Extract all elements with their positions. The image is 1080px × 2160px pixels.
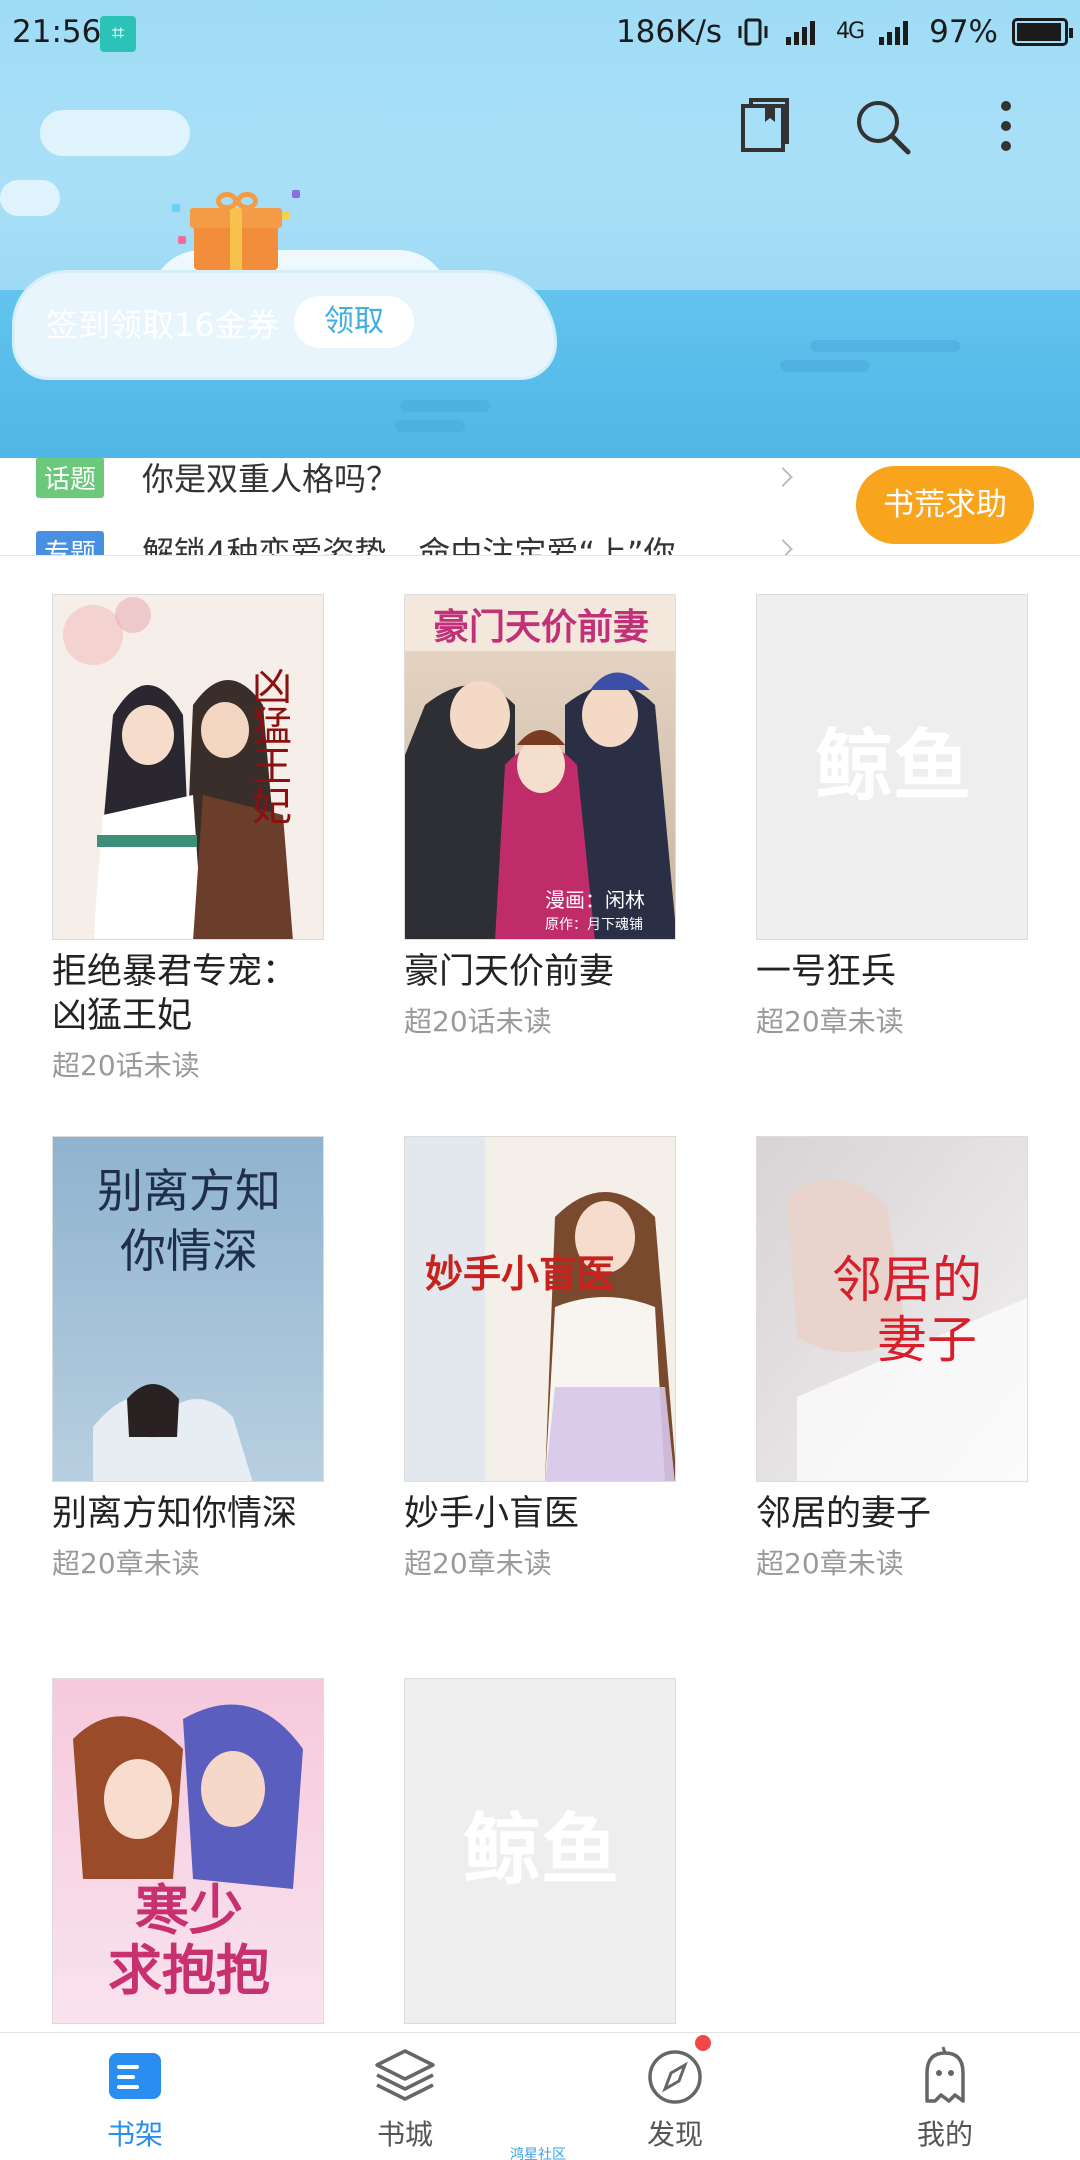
book-cover[interactable]: 妙手小盲医	[404, 1136, 676, 1482]
cover-title: 求抱抱	[108, 1938, 270, 2002]
chevron-right-icon	[773, 467, 793, 487]
book-card[interactable]: 别离方知 你情深 别离方知你情深 超20章未读	[52, 1136, 324, 1582]
bookshelf-icon	[103, 2045, 167, 2105]
cover-title: 你情深	[120, 1224, 258, 1278]
wave-shade	[810, 340, 960, 352]
signal-icon-2	[879, 21, 909, 45]
status-bar: 21:56 ⌗ 186K/s 4G 97%	[0, 0, 1080, 66]
gift-icon[interactable]	[190, 192, 282, 270]
footer-watermark: 鸿星社区	[510, 2147, 566, 2160]
book-status: 超20话未读	[52, 1049, 200, 1082]
battery-icon	[1012, 18, 1073, 46]
nav-label: 我的	[916, 2118, 973, 2151]
network-speed: 186K/s	[615, 14, 723, 50]
layers-icon	[373, 2045, 437, 2105]
help-request-button[interactable]: 书荒求助	[856, 466, 1034, 544]
confetti-decoration	[178, 236, 186, 244]
cover-title: 别离方知	[97, 1164, 281, 1218]
vibrate-icon	[738, 18, 768, 46]
cover-credit: 原作：月下魂铺	[545, 917, 643, 933]
placeholder-logo: 鲸鱼	[815, 722, 971, 812]
ticker-row[interactable]: 专题 解锁4种恋爱姿势，命中注定爱“上”你	[36, 526, 676, 556]
bottom-navigation: 书架 书城 发现 我的	[0, 2032, 1080, 2160]
book-card[interactable]: 妙手小盲医 妙手小盲医 超20章未读	[404, 1136, 676, 1582]
book-cover[interactable]: 寒少 求抱抱	[52, 1678, 324, 2024]
nav-bookstore[interactable]: 书城	[305, 2045, 505, 2153]
book-title: 别离方知你情深	[52, 1494, 298, 1534]
cover-credit: 漫画：闲林	[545, 888, 645, 912]
confetti-decoration	[282, 212, 290, 220]
ticker-text: 你是双重人格吗？	[142, 460, 399, 498]
cover-title: 邻居的	[832, 1251, 982, 1309]
book-cover[interactable]: 邻居的 妻子	[756, 1136, 1028, 1482]
cover-title: 妻子	[877, 1311, 977, 1369]
ticker-tag: 话题	[36, 458, 105, 498]
nav-discover[interactable]: 发现	[575, 2035, 775, 2153]
wave-shade	[400, 400, 490, 412]
compass-icon	[643, 2035, 711, 2105]
cover-title: 妙手小盲医	[425, 1252, 615, 1296]
nav-label: 发现	[646, 2118, 703, 2151]
book-status: 超20话未读	[404, 1005, 552, 1038]
checkin-text: 签到领取16金券	[46, 306, 279, 344]
cover-title: 豪门天价前妻	[433, 607, 649, 648]
scan-icon: ⌗	[100, 16, 136, 52]
cover-title: 寒少	[135, 1878, 243, 1942]
book-status: 超20章未读	[756, 1547, 904, 1580]
cover-title: 凶猛王妃	[245, 665, 291, 825]
book-card[interactable]: 寒少 求抱抱	[52, 1678, 324, 2034]
bookmark-icon[interactable]	[735, 96, 795, 156]
book-cover[interactable]: 凶猛王妃	[52, 594, 324, 940]
cloud	[0, 180, 60, 216]
placeholder-logo: 鲸鱼	[463, 1806, 619, 1896]
battery-percent: 97%	[929, 14, 998, 50]
nav-bookshelf[interactable]: 书架	[35, 2045, 235, 2153]
book-title: 妙手小盲医	[404, 1494, 580, 1534]
book-card[interactable]: 鲸鱼 一号狂兵 超20章未读	[756, 594, 1028, 1040]
wave-shade	[780, 360, 870, 372]
book-title: 拒绝暴君专宠：凶猛王妃	[52, 952, 298, 1036]
book-title: 一号狂兵	[756, 952, 897, 992]
checkin-button[interactable]: 领取	[294, 296, 414, 348]
book-status: 超20章未读	[52, 1547, 200, 1580]
network-type: 4G	[836, 19, 865, 44]
book-card[interactable]: 凶猛王妃 拒绝暴君专宠：凶猛王妃 超20话未读	[52, 594, 324, 1084]
book-title: 豪门天价前妻	[404, 952, 615, 992]
cloud	[40, 110, 190, 156]
book-card[interactable]: 豪门天价前妻 漫画：闲林 原作：月下魂铺 豪门天价前妻 超20话未读	[404, 594, 676, 1040]
ticker-tag: 专题	[36, 530, 105, 555]
book-card[interactable]: 邻居的 妻子 邻居的妻子 超20章未读	[756, 1136, 1028, 1582]
chevron-right-icon	[773, 539, 793, 555]
ticker-row[interactable]: 话题 你是双重人格吗？	[36, 458, 398, 502]
book-status: 超20章未读	[404, 1547, 552, 1580]
more-icon[interactable]	[976, 96, 1036, 156]
profile-ghost-icon	[913, 2045, 977, 2105]
nav-profile[interactable]: 我的	[845, 2045, 1045, 2153]
book-cover[interactable]: 别离方知 你情深	[52, 1136, 324, 1482]
book-card[interactable]: 鲸鱼	[404, 1678, 676, 2034]
book-cover-placeholder[interactable]: 鲸鱼	[756, 594, 1028, 940]
nav-label: 书架	[106, 2118, 163, 2151]
signal-icon	[786, 21, 816, 45]
wave-shade	[395, 420, 465, 432]
book-status: 超20章未读	[756, 1005, 904, 1038]
header-banner: 21:56 ⌗ 186K/s 4G 97% 签到领取16金券 领取	[0, 0, 1080, 458]
status-time: 21:56	[12, 14, 102, 50]
book-title: 邻居的妻子	[756, 1494, 932, 1534]
notification-badge	[695, 2035, 711, 2051]
ticker-text: 解锁4种恋爱姿势，命中注定爱“上”你	[142, 534, 676, 556]
nav-label: 书城	[376, 2118, 433, 2151]
book-cover-placeholder[interactable]: 鲸鱼	[404, 1678, 676, 2024]
book-cover[interactable]: 豪门天价前妻 漫画：闲林 原作：月下魂铺	[404, 594, 676, 940]
confetti-decoration	[172, 204, 180, 212]
confetti-decoration	[292, 190, 300, 198]
search-icon[interactable]	[852, 96, 912, 156]
